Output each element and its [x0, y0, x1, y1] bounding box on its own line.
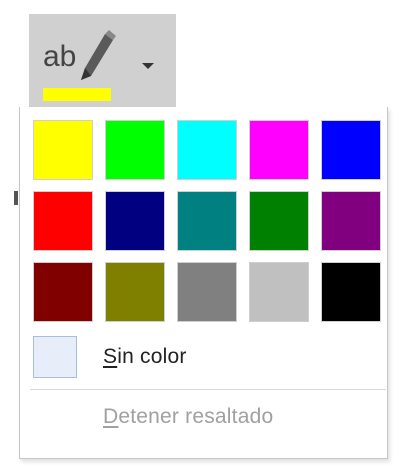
highlight-color-dropdown: Sin color Detener resaltado — [19, 107, 388, 459]
color-swatch-9[interactable] — [249, 191, 309, 251]
no-color-label: Sin color — [103, 345, 187, 368]
color-swatch-4[interactable] — [249, 120, 309, 180]
text-highlight-pen-icon: ab — [43, 30, 116, 80]
color-swatch-1[interactable] — [33, 120, 93, 180]
no-color-option[interactable]: Sin color — [30, 333, 378, 383]
color-swatch-7[interactable] — [105, 191, 165, 251]
highlight-color-picker: ab Sin color Detener resaltado — [0, 0, 408, 469]
svg-text:ab: ab — [43, 40, 76, 73]
color-swatch-14[interactable] — [249, 262, 309, 322]
current-highlight-color — [43, 88, 111, 101]
menu-divider — [30, 389, 386, 390]
color-swatch-10[interactable] — [321, 191, 381, 251]
stop-highlighting-option: Detener resaltado — [30, 397, 378, 437]
caret-down-icon — [142, 63, 154, 69]
color-swatch-6[interactable] — [33, 191, 93, 251]
color-swatch-13[interactable] — [177, 262, 237, 322]
color-swatch-3[interactable] — [177, 120, 237, 180]
color-swatch-8[interactable] — [177, 191, 237, 251]
color-swatch-11[interactable] — [33, 262, 93, 322]
text-highlight-button: ab — [29, 14, 176, 107]
highlight-dropdown-button[interactable] — [129, 14, 176, 107]
text-highlight-apply-button[interactable]: ab — [29, 14, 129, 107]
background-edge — [14, 191, 18, 205]
color-swatch-15[interactable] — [321, 262, 381, 322]
stop-highlighting-label: Detener resaltado — [103, 405, 274, 428]
color-swatch-5[interactable] — [321, 120, 381, 180]
no-color-swatch — [33, 336, 77, 378]
color-swatch-12[interactable] — [105, 262, 165, 322]
color-swatch-2[interactable] — [105, 120, 165, 180]
